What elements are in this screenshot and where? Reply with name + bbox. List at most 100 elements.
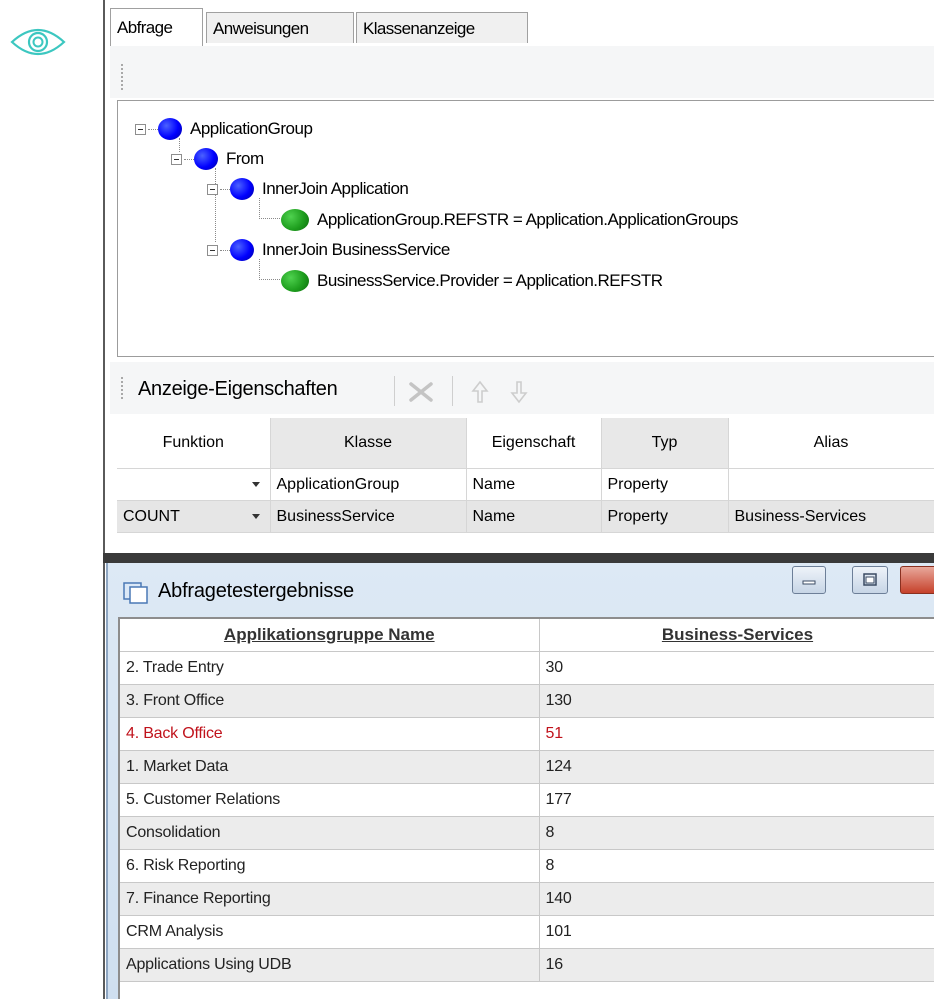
query-tree[interactable]: ApplicationGroup From InnerJoin Applicat…	[117, 100, 934, 357]
tree-node-label: BusinessService.Provider = Application.R…	[317, 271, 663, 290]
typ-cell[interactable]: Property	[601, 500, 729, 533]
condition-node-icon	[281, 270, 309, 292]
table-row[interactable]: Consolidation 8	[120, 816, 934, 850]
klasse-cell[interactable]: ApplicationGroup	[270, 468, 467, 501]
table-node-icon	[230, 239, 254, 261]
table-row[interactable]: 4. Back Office 51	[120, 717, 934, 751]
count-cell: 16	[539, 948, 934, 982]
tab-klassenanzeige[interactable]: Klassenanzeige	[356, 12, 528, 43]
tree-node-label: InnerJoin BusinessService	[262, 240, 450, 259]
group-name-cell: 3. Front Office	[120, 684, 540, 718]
table-row[interactable]: 7. Finance Reporting 140	[120, 882, 934, 916]
column-header-klasse[interactable]: Klasse	[270, 418, 467, 469]
column-header-funktion[interactable]: Funktion	[117, 418, 271, 469]
toolbar-grip[interactable]	[121, 377, 124, 401]
count-cell: 8	[539, 816, 934, 850]
group-name-cell: 1. Market Data	[120, 750, 540, 784]
group-name-cell: Applications Using UDB	[120, 948, 540, 982]
count-cell: 8	[539, 849, 934, 883]
typ-cell[interactable]: Property	[601, 468, 729, 501]
count-cell: 177	[539, 783, 934, 817]
count-cell: 30	[539, 651, 934, 685]
column-header-eigenschaft[interactable]: Eigenschaft	[466, 418, 602, 469]
tree-connector	[259, 198, 280, 219]
panel-border	[103, 0, 105, 999]
collapse-icon[interactable]	[135, 123, 146, 135]
window-gap	[103, 553, 934, 563]
column-header-applikationsgruppe[interactable]: Applikationsgruppe Name	[120, 619, 540, 652]
results-table: Applikationsgruppe Name Business-Service…	[118, 617, 934, 999]
grid-row[interactable]: ApplicationGroup Name Property	[117, 468, 934, 501]
group-name-cell: 2. Trade Entry	[120, 651, 540, 685]
grid-row[interactable]: COUNT BusinessService Name Property Busi…	[117, 500, 934, 533]
arrow-up-icon[interactable]	[469, 378, 491, 406]
tree-node-label: From	[226, 149, 264, 168]
tab-label: Klassenanzeige	[363, 19, 475, 38]
table-row[interactable]: Applications Using UDB 16	[120, 948, 934, 982]
tab-bar: Abfrage Anweisungen Klassenanzeige	[110, 8, 934, 47]
funktion-cell[interactable]: COUNT	[117, 500, 271, 533]
tab-abfrage[interactable]: Abfrage	[110, 8, 203, 47]
column-header-business-services[interactable]: Business-Services	[539, 619, 934, 652]
tree-node-condition-2[interactable]: BusinessService.Provider = Application.R…	[281, 269, 663, 293]
close-button[interactable]	[900, 566, 934, 594]
column-header-alias[interactable]: Alias	[728, 418, 934, 469]
table-node-icon	[158, 118, 182, 140]
count-cell: 124	[539, 750, 934, 784]
properties-grid: Funktion Klasse Eigenschaft Typ Alias Ap…	[117, 418, 934, 533]
toolbar-grip[interactable]	[121, 64, 124, 92]
alias-cell[interactable]: Business-Services	[728, 500, 934, 533]
table-row[interactable]: CRM Analysis 101	[120, 915, 934, 949]
tree-connector	[220, 249, 230, 251]
alias-cell[interactable]	[728, 468, 934, 501]
minimize-icon	[802, 580, 816, 585]
results-window-title: Abfragetestergebnisse	[158, 580, 354, 602]
tree-connector	[220, 188, 230, 190]
dropdown-arrow-icon[interactable]	[251, 482, 260, 487]
delete-icon[interactable]	[406, 378, 436, 406]
collapse-icon[interactable]	[207, 244, 218, 256]
tree-node-condition-1[interactable]: ApplicationGroup.REFSTR = Application.Ap…	[281, 208, 738, 232]
tab-anweisungen[interactable]: Anweisungen	[206, 12, 354, 43]
tree-node-label: ApplicationGroup	[190, 119, 313, 138]
eigenschaft-cell[interactable]: Name	[466, 500, 602, 533]
tree-connector	[259, 259, 280, 280]
arrow-down-icon[interactable]	[508, 378, 530, 406]
tree-connector	[184, 158, 194, 160]
dropdown-arrow-icon[interactable]	[251, 514, 260, 519]
tab-label: Anweisungen	[213, 19, 309, 38]
group-name-cell: 5. Customer Relations	[120, 783, 540, 817]
tree-node-from[interactable]: From	[171, 147, 264, 171]
count-cell: 101	[539, 915, 934, 949]
tree-node-join-application[interactable]: InnerJoin Application	[207, 177, 409, 201]
toolbar-separator	[452, 376, 453, 406]
table-row[interactable]: 2. Trade Entry 30	[120, 651, 934, 685]
table-row[interactable]: 3. Front Office 130	[120, 684, 934, 718]
column-header-typ[interactable]: Typ	[601, 418, 729, 469]
minimize-button[interactable]	[792, 566, 826, 594]
collapse-icon[interactable]	[207, 183, 218, 195]
toolbar-separator	[394, 376, 395, 406]
tab-label: Abfrage	[117, 18, 173, 37]
count-cell: 51	[539, 717, 934, 751]
eigenschaft-cell[interactable]: Name	[466, 468, 602, 501]
table-node-icon	[194, 148, 218, 170]
table-row[interactable]: 6. Risk Reporting 8	[120, 849, 934, 883]
tree-node-join-businessservice[interactable]: InnerJoin BusinessService	[207, 238, 450, 262]
maximize-icon	[863, 573, 877, 586]
funktion-cell[interactable]	[117, 468, 271, 501]
maximize-button[interactable]	[852, 566, 888, 594]
tree-connector	[148, 128, 158, 130]
klasse-cell[interactable]: BusinessService	[270, 500, 467, 533]
tree-node-label: InnerJoin Application	[262, 179, 409, 198]
eye-icon[interactable]	[8, 20, 68, 64]
condition-node-icon	[281, 209, 309, 231]
tree-node-root[interactable]: ApplicationGroup	[135, 117, 313, 141]
table-row[interactable]: 5. Customer Relations 177	[120, 783, 934, 817]
display-properties-title: Anzeige-Eigenschaften	[138, 378, 338, 400]
group-name-cell: 4. Back Office	[120, 717, 540, 751]
group-name-cell: 6. Risk Reporting	[120, 849, 540, 883]
table-row[interactable]: 1. Market Data 124	[120, 750, 934, 784]
collapse-icon[interactable]	[171, 153, 182, 165]
cell-value: COUNT	[123, 507, 180, 525]
